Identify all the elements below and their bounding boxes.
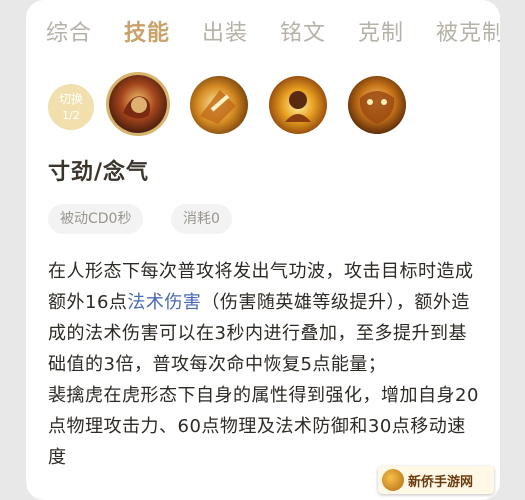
watermark-logo-icon [382,469,404,491]
tab-equipment[interactable]: 出装 [202,14,248,54]
description-paragraph-1: 在人形态下每次普攻将发出气功波，攻击目标时造成额外16点法术伤害（伤害随英雄等级… [48,256,480,380]
tab-runes[interactable]: 铭文 [280,14,326,54]
tab-countered-by[interactable]: 被克制 [436,14,500,54]
site-watermark: 新侨手游网 [378,466,494,494]
skill-4-icon[interactable] [348,76,406,134]
switch-page-indicator: 1/2 [62,109,80,122]
tab-counters[interactable]: 克制 [358,14,404,54]
hero-detail-card: 综合 技能 出装 铭文 克制 被克制 切换 1/2 寸劲/念气 被动CD0秒 消… [26,0,500,500]
skill-description: 在人形态下每次普攻将发出气功波，攻击目标时造成额外16点法术伤害（伤害随英雄等级… [48,256,480,473]
tab-overview[interactable]: 综合 [46,14,92,54]
description-paragraph-2: 裴擒虎在虎形态下自身的属性得到强化，增加自身20点物理攻击力、60点物理及法术防… [48,385,479,468]
switch-form-button[interactable]: 切换 1/2 [48,84,94,130]
skill-icon-row: 切换 1/2 [26,70,500,150]
skill-2-icon[interactable] [190,76,248,134]
tab-skills[interactable]: 技能 [124,14,170,54]
skill-title: 寸劲/念气 [48,160,150,185]
skill-3-icon[interactable] [269,76,327,134]
cooldown-tag: 被动CD0秒 [48,204,144,234]
tab-bar: 综合 技能 出装 铭文 克制 被克制 [26,14,500,54]
switch-label: 切换 [58,92,83,106]
cost-tag: 消耗0 [171,204,232,234]
skill-1-icon[interactable] [106,72,170,136]
watermark-text: 新侨手游网 [408,475,474,490]
magic-damage-link[interactable]: 法术伤害 [127,292,201,313]
